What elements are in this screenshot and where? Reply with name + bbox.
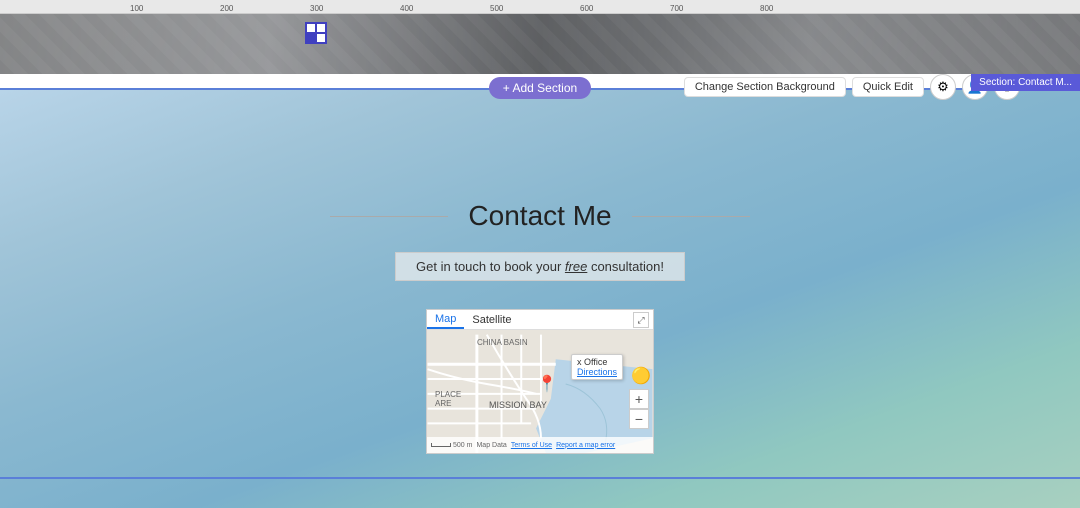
heading-left-line <box>330 216 448 217</box>
ruler-top: 100 200 300 400 500 600 700 800 <box>0 0 1080 14</box>
map-label-place-are: PLACE ARE <box>435 390 461 408</box>
map-popup: x Office Directions <box>571 354 623 380</box>
ruler-mark: 600 <box>580 4 593 13</box>
ruler-mark: 100 <box>130 4 143 13</box>
logo-mark <box>305 22 327 44</box>
zoom-in-button[interactable]: + <box>629 389 649 409</box>
ruler-mark: 200 <box>220 4 233 13</box>
quick-edit-button[interactable]: Quick Edit <box>852 77 924 97</box>
section-label: Section: Contact M... <box>971 74 1080 91</box>
map-tab-satellite[interactable]: Satellite <box>464 312 519 328</box>
map-label-mission-bay: MISSION BAY <box>489 400 547 410</box>
top-image-band <box>0 14 1080 74</box>
map-container[interactable]: Map Satellite ⤢ CHINA BASIN PLACE ARE MI… <box>426 309 654 454</box>
streetview-icon[interactable]: 🟡 <box>631 366 649 388</box>
scale-bar: 500 m <box>431 442 472 449</box>
contact-heading: Contact Me <box>448 200 631 232</box>
main-section: Contact Me Get in touch to book your fre… <box>0 90 1080 508</box>
ruler-mark: 800 <box>760 4 773 13</box>
subtitle-before: Get in touch to book your <box>416 259 565 274</box>
subtitle-after: consultation! <box>587 259 664 274</box>
section-border-bottom <box>0 477 1080 479</box>
terms-of-use-link[interactable]: Terms of Use <box>511 442 552 449</box>
ruler-mark: 700 <box>670 4 683 13</box>
map-footer: 500 m Map Data Terms of Use Report a map… <box>427 437 653 453</box>
map-tab-map[interactable]: Map <box>427 311 464 329</box>
map-data-label: Map Data <box>476 442 506 449</box>
add-section-button[interactable]: + Add Section <box>489 77 591 99</box>
scale-label: 500 m <box>453 442 472 449</box>
popup-office-text: x Office <box>577 357 607 367</box>
map-label-china-basin: CHINA BASIN <box>477 338 528 347</box>
ruler-mark: 400 <box>400 4 413 13</box>
zoom-out-button[interactable]: − <box>629 409 649 429</box>
settings-icon-button[interactable]: ⚙ <box>930 74 956 100</box>
change-background-button[interactable]: Change Section Background <box>684 77 846 97</box>
report-map-error-link[interactable]: Report a map error <box>556 442 615 449</box>
map-expand-button[interactable]: ⤢ <box>633 312 649 328</box>
map-marker: 📍 <box>537 374 557 394</box>
popup-directions-link[interactable]: Directions <box>577 367 617 377</box>
contact-subtitle: Get in touch to book your free consultat… <box>395 252 685 281</box>
ruler-mark: 300 <box>310 4 323 13</box>
map-toolbar: Map Satellite ⤢ <box>427 310 653 330</box>
ruler-mark: 500 <box>490 4 503 13</box>
subtitle-italic: free <box>565 259 587 274</box>
settings-icon: ⚙ <box>937 79 949 95</box>
toolbar-right: Change Section Background Quick Edit ⚙ 👤… <box>684 74 1020 100</box>
scale-line <box>431 443 451 447</box>
map-zoom-controls: + − <box>629 389 649 429</box>
contact-heading-wrapper: Contact Me <box>330 200 750 232</box>
heading-right-line <box>632 216 750 217</box>
